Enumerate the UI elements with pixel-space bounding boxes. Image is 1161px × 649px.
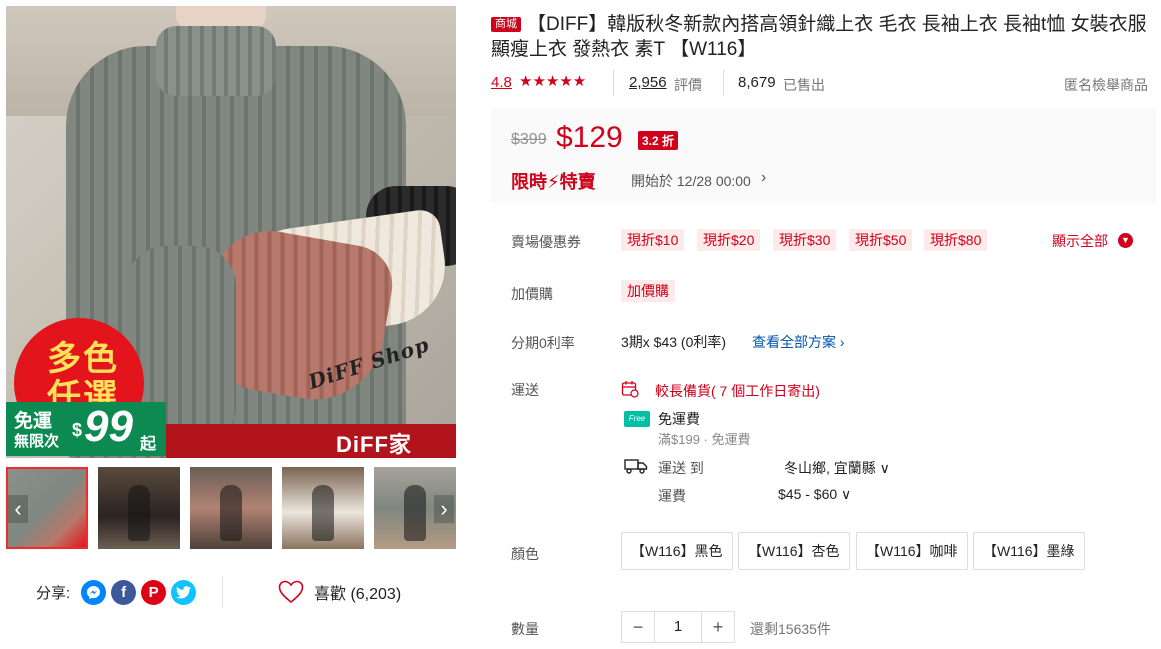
sold-count: 8,679 bbox=[738, 74, 776, 91]
thumbnail-4[interactable] bbox=[282, 467, 364, 549]
thumbnail-strip: ‹ › bbox=[6, 467, 456, 551]
quantity-stepper: − 1 + bbox=[621, 611, 735, 643]
free-shipping-condition: 滿$199 · 免運費 bbox=[658, 432, 751, 447]
shipping-fee-select[interactable]: $45 - $60 ∨ bbox=[778, 486, 851, 503]
sold-label: 已售出 bbox=[783, 77, 825, 93]
heart-icon bbox=[278, 580, 304, 604]
flash-sale-start-time[interactable]: 開始於 12/28 00:00 bbox=[631, 171, 751, 191]
lightning-icon: ⚡ bbox=[547, 172, 560, 192]
divider bbox=[723, 70, 724, 96]
thumbnail-model bbox=[220, 485, 242, 541]
view-plans-link[interactable]: 查看全部方案 › bbox=[752, 332, 845, 352]
twitter-icon[interactable] bbox=[171, 579, 197, 605]
original-price: $399 bbox=[511, 131, 547, 148]
review-label: 評價 bbox=[674, 77, 702, 93]
shipping-fee-label: 運費 bbox=[658, 488, 686, 504]
voucher-chip[interactable]: 現折$20 bbox=[697, 229, 761, 251]
rating-score[interactable]: 4.8 bbox=[491, 74, 512, 91]
facebook-icon[interactable]: f bbox=[111, 579, 137, 605]
chevron-right-icon[interactable]: › bbox=[434, 495, 454, 523]
stock-remaining: 還剩15635件 bbox=[750, 621, 831, 637]
ship-to-location-select[interactable]: 冬山鄉, 宜蘭縣 ∨ bbox=[784, 458, 890, 478]
thumbnail-3[interactable] bbox=[190, 467, 272, 549]
voucher-chip[interactable]: 現折$80 bbox=[924, 229, 988, 251]
free-shipping-icon: Free bbox=[624, 411, 650, 427]
promo-unlimited: 無限次 bbox=[14, 433, 60, 450]
decrease-quantity-button[interactable]: − bbox=[622, 612, 654, 642]
product-title: 商城 【DIFF】韓版秋冬新款內搭高領針織上衣 毛衣 長袖上衣 長袖t恤 女裝衣服… bbox=[491, 12, 1151, 62]
promo-free-shipping: 免運 bbox=[14, 411, 53, 432]
quantity-label: 數量 bbox=[511, 621, 539, 637]
review-count[interactable]: 2,956 bbox=[629, 74, 667, 91]
like-label: 喜歡 (6,203) bbox=[314, 586, 402, 603]
installment-label: 分期0利率 bbox=[511, 335, 575, 351]
increase-quantity-button[interactable]: + bbox=[702, 612, 734, 642]
voucher-chip[interactable]: 現折$10 bbox=[621, 229, 685, 251]
show-all-vouchers-button[interactable]: 顯示全部 bbox=[1052, 231, 1108, 251]
voucher-chip[interactable]: 現折$50 bbox=[849, 229, 913, 251]
chevron-down-icon[interactable]: ▼ bbox=[1118, 233, 1133, 248]
like-button[interactable]: 喜歡 (6,203) bbox=[278, 580, 401, 604]
mall-badge: 商城 bbox=[491, 17, 521, 32]
thumbnail-model bbox=[128, 485, 150, 541]
image-turtleneck bbox=[156, 26, 276, 96]
promo-suffix: 起 bbox=[140, 436, 157, 453]
star-rating-icon: ★★★★★ bbox=[519, 73, 587, 90]
color-label: 顏色 bbox=[511, 546, 539, 562]
chevron-right-icon[interactable]: › bbox=[761, 169, 766, 187]
free-shipping-title: 免運費 bbox=[658, 411, 700, 427]
brand-logo: DiFF家 bbox=[336, 432, 412, 457]
brand-bar bbox=[166, 424, 456, 458]
ratings-bar: 4.8 ★★★★★ 2,956 評價 8,679 已售出 匿名檢舉商品 bbox=[491, 70, 1151, 98]
calendar-icon bbox=[621, 381, 639, 398]
promo-currency: $ bbox=[72, 420, 83, 440]
divider bbox=[222, 576, 223, 608]
installment-value: 3期x $43 (0利率) bbox=[621, 334, 727, 350]
flash-sale-text-1: 限時 bbox=[511, 172, 547, 192]
color-option[interactable]: 【W116】黑色 bbox=[621, 532, 733, 570]
flash-sale-label: 限時⚡特賣 bbox=[511, 168, 596, 194]
thumbnail-model bbox=[404, 485, 426, 541]
flash-sale-text-2: 特賣 bbox=[559, 172, 596, 192]
report-product-link[interactable]: 匿名檢舉商品 bbox=[1064, 75, 1148, 95]
quantity-input[interactable]: 1 bbox=[654, 612, 702, 642]
product-title-text: 【DIFF】韓版秋冬新款內搭高領針織上衣 毛衣 長袖上衣 長袖t恤 女裝衣服 顯… bbox=[491, 14, 1147, 60]
long-stock-notice: 較長備貨( 7 個工作日寄出) bbox=[655, 383, 820, 399]
truck-icon bbox=[624, 459, 648, 474]
pinterest-icon[interactable]: P bbox=[141, 579, 167, 605]
shipping-label: 運送 bbox=[511, 382, 539, 398]
thumbnail-2[interactable] bbox=[98, 467, 180, 549]
messenger-icon[interactable] bbox=[81, 579, 107, 605]
promo-amount: 99 bbox=[84, 402, 133, 451]
divider bbox=[613, 70, 614, 96]
color-option[interactable]: 【W116】杏色 bbox=[738, 532, 850, 570]
discount-badge: 3.2 折 bbox=[638, 131, 679, 150]
price-box: $399 $129 3.2 折 限時⚡特賣 開始於 12/28 00:00 › bbox=[491, 108, 1156, 203]
ship-to-label: 運送 到 bbox=[658, 460, 704, 476]
addon-chip[interactable]: 加價購 bbox=[621, 280, 675, 302]
vouchers-label: 賣場優惠券 bbox=[511, 234, 581, 250]
color-option[interactable]: 【W116】墨綠 bbox=[973, 532, 1085, 570]
color-option[interactable]: 【W116】咖啡 bbox=[856, 532, 968, 570]
sale-price: $129 bbox=[556, 121, 623, 154]
addon-label: 加價購 bbox=[511, 286, 553, 302]
voucher-chip[interactable]: 現折$30 bbox=[773, 229, 837, 251]
product-page: DiFF Shop 多色任選 免運 無限次 $ 99 起 DiFF家 ‹ › 分… bbox=[0, 0, 1161, 649]
thumbnail-model bbox=[312, 485, 334, 541]
share-bar: 分享: f P bbox=[36, 579, 197, 605]
share-label: 分享: bbox=[36, 584, 71, 602]
chevron-left-icon[interactable]: ‹ bbox=[8, 495, 28, 523]
